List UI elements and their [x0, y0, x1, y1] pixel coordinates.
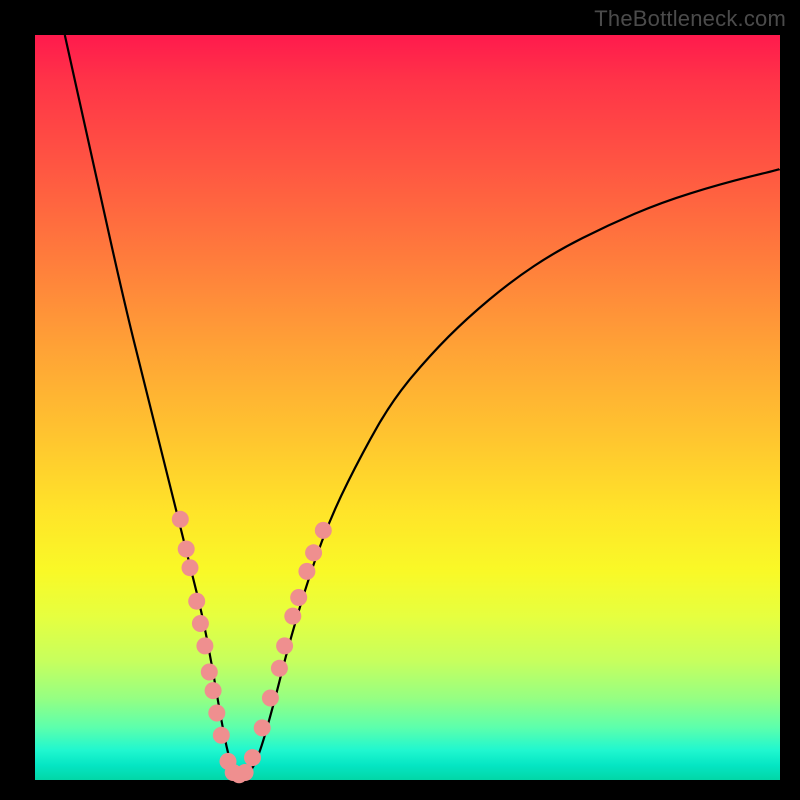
highlight-markers [172, 511, 332, 784]
marker-dot [262, 690, 279, 707]
chart-frame: TheBottleneck.com [0, 0, 800, 800]
marker-dot [178, 541, 195, 558]
marker-dot [172, 511, 189, 528]
marker-dot [205, 682, 222, 699]
marker-dot [290, 589, 307, 606]
marker-dot [188, 593, 205, 610]
bottleneck-curve [65, 35, 780, 776]
marker-dot [196, 637, 213, 654]
marker-dot [182, 559, 199, 576]
marker-dot [192, 615, 209, 632]
marker-dot [305, 544, 322, 561]
marker-dot [271, 660, 288, 677]
marker-dot [254, 719, 271, 736]
marker-dot [208, 705, 225, 722]
marker-dot [213, 727, 230, 744]
plot-area [35, 35, 780, 780]
curve-layer [35, 35, 780, 780]
marker-dot [276, 637, 293, 654]
marker-dot [237, 764, 254, 781]
marker-dot [298, 563, 315, 580]
marker-dot [244, 749, 261, 766]
marker-dot [201, 664, 218, 681]
marker-dot [315, 522, 332, 539]
marker-dot [284, 608, 301, 625]
watermark-text: TheBottleneck.com [594, 6, 786, 32]
